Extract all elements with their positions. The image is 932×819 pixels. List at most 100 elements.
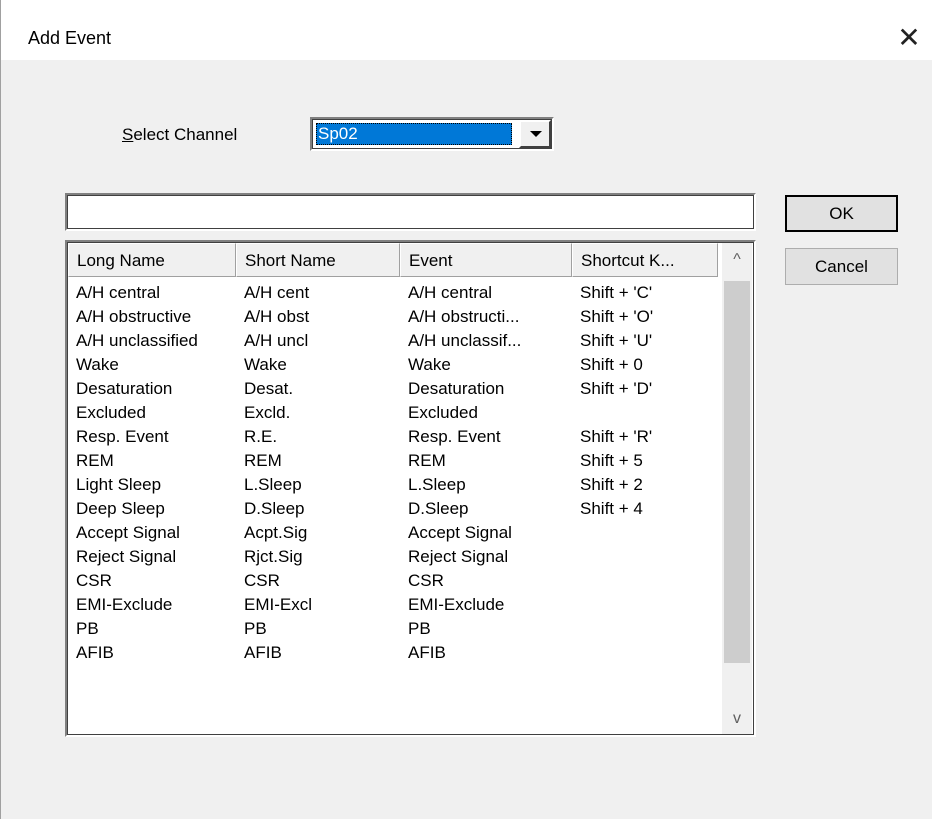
- list-header: Long Name Short Name Event Shortcut K...: [68, 243, 720, 277]
- short-name-cell: EMI-Excl: [244, 595, 312, 614]
- long-name-cell: Desaturation: [76, 379, 173, 398]
- short-name-cell: PB: [244, 619, 267, 638]
- shortcut-cell: [572, 569, 718, 593]
- shortcut-cell: Shift + 'U': [580, 331, 653, 350]
- short-name-cell: AFIB: [244, 643, 282, 662]
- event-cell: Reject Signal: [408, 547, 509, 566]
- long-name-cell: REM: [76, 451, 114, 470]
- table-row[interactable]: A/H central A/H cent A/H central Shift + 'C…: [68, 281, 720, 305]
- title-bar: Add Event ✕: [1, 0, 932, 60]
- scroll-down-icon[interactable]: v: [722, 702, 752, 734]
- table-row[interactable]: A/H obstructive A/H obst A/H obstructi... S…: [68, 305, 720, 329]
- shortcut-cell: [572, 593, 718, 617]
- event-cell: REM: [408, 451, 446, 470]
- event-list[interactable]: Long Name Short Name Event Shortcut K...…: [65, 240, 756, 737]
- event-cell: PB: [408, 619, 431, 638]
- add-event-dialog: Add Event ✕ Select Channel Sp02 OK Cance…: [0, 0, 932, 819]
- event-cell: Desaturation: [408, 379, 505, 398]
- channel-dropdown[interactable]: Sp02: [310, 117, 554, 151]
- short-name-cell: Excld.: [244, 403, 291, 422]
- long-name-cell: PB: [76, 619, 99, 638]
- shortcut-cell: [572, 641, 718, 665]
- event-cell: Wake: [408, 355, 451, 374]
- column-header-shortcut-key[interactable]: Shortcut K...: [572, 243, 718, 277]
- table-row[interactable]: CSR CSR CSR: [68, 569, 720, 593]
- table-row[interactable]: Accept Signal Acpt.Sig Accept Signal: [68, 521, 720, 545]
- table-row[interactable]: Excluded Excld. Excluded: [68, 401, 720, 425]
- short-name-cell: Acpt.Sig: [244, 523, 308, 542]
- short-name-cell: D.Sleep: [244, 499, 305, 518]
- long-name-cell: CSR: [76, 571, 112, 590]
- column-header-event[interactable]: Event: [400, 243, 572, 277]
- dropdown-arrow-icon[interactable]: [519, 120, 551, 148]
- table-row[interactable]: Wake Wake Wake Shift + 0: [68, 353, 720, 377]
- table-row[interactable]: A/H unclassified A/H uncl A/H unclassif...…: [68, 329, 720, 353]
- column-header-long-name[interactable]: Long Name: [68, 243, 236, 277]
- event-cell: A/H central: [408, 283, 493, 302]
- scrollbar-thumb[interactable]: [724, 281, 750, 663]
- short-name-cell: Wake: [244, 355, 287, 374]
- long-name-cell: AFIB: [76, 643, 114, 662]
- event-list-viewport: Long Name Short Name Event Shortcut K...…: [68, 243, 753, 734]
- shortcut-cell: [572, 545, 718, 569]
- table-row[interactable]: Deep Sleep D.Sleep D.Sleep Shift + 4: [68, 497, 720, 521]
- select-channel-label: Select Channel: [122, 125, 237, 145]
- long-name-cell: Deep Sleep: [76, 499, 165, 518]
- event-cell: A/H unclassif...: [408, 331, 522, 350]
- close-icon[interactable]: ✕: [891, 20, 927, 56]
- long-name-cell: Accept Signal: [76, 523, 180, 542]
- long-name-cell: Excluded: [76, 403, 146, 422]
- event-cell: Accept Signal: [408, 523, 512, 542]
- shortcut-cell: Shift + 'O': [580, 307, 654, 326]
- shortcut-cell: Shift + 4: [580, 499, 643, 518]
- event-filter-input[interactable]: [65, 193, 756, 231]
- table-row[interactable]: AFIB AFIB AFIB: [68, 641, 720, 665]
- event-cell: CSR: [408, 571, 444, 590]
- table-row[interactable]: Light Sleep L.Sleep L.Sleep Shift + 2: [68, 473, 720, 497]
- scroll-up-icon[interactable]: ^: [722, 243, 752, 277]
- table-row[interactable]: Reject Signal Rjct.Sig Reject Signal: [68, 545, 720, 569]
- short-name-cell: Rjct.Sig: [244, 547, 303, 566]
- ok-button[interactable]: OK: [785, 195, 898, 232]
- table-row[interactable]: PB PB PB: [68, 617, 720, 641]
- shortcut-cell: Shift + 'D': [580, 379, 653, 398]
- long-name-cell: A/H obstructive: [76, 307, 192, 326]
- table-row[interactable]: EMI-Exclude EMI-Excl EMI-Exclude: [68, 593, 720, 617]
- event-cell: EMI-Exclude: [408, 595, 505, 614]
- list-rows: A/H central A/H cent A/H central Shift + 'C…: [68, 281, 720, 665]
- table-row[interactable]: Desaturation Desat. Desaturation Shift + 'D…: [68, 377, 720, 401]
- long-name-cell: EMI-Exclude: [76, 595, 173, 614]
- shortcut-cell: Shift + 5: [580, 451, 643, 470]
- event-cell: AFIB: [408, 643, 446, 662]
- shortcut-cell: Shift + 0: [580, 355, 643, 374]
- column-header-short-name[interactable]: Short Name: [236, 243, 400, 277]
- short-name-cell: R.E.: [244, 427, 278, 446]
- select-channel-mnemonic: S: [122, 125, 134, 144]
- channel-dropdown-value: Sp02: [316, 123, 512, 145]
- shortcut-cell: Shift + 2: [580, 475, 643, 494]
- shortcut-cell: [572, 617, 718, 641]
- table-row[interactable]: REM REM REM Shift + 5: [68, 449, 720, 473]
- shortcut-cell: Shift + 'R': [580, 427, 653, 446]
- short-name-cell: CSR: [244, 571, 280, 590]
- short-name-cell: L.Sleep: [244, 475, 302, 494]
- shortcut-cell: [572, 401, 718, 425]
- short-name-cell: A/H obst: [244, 307, 310, 326]
- vertical-scrollbar[interactable]: ^ v: [722, 243, 752, 734]
- shortcut-cell: Shift + 'C': [580, 283, 653, 302]
- long-name-cell: Light Sleep: [76, 475, 162, 494]
- event-cell: A/H obstructi...: [408, 307, 520, 326]
- event-cell: D.Sleep: [408, 499, 469, 518]
- long-name-cell: A/H central: [76, 283, 161, 302]
- event-cell: Excluded: [408, 403, 478, 422]
- cancel-button[interactable]: Cancel: [785, 248, 898, 285]
- long-name-cell: Resp. Event: [76, 427, 169, 446]
- short-name-cell: A/H uncl: [244, 331, 309, 350]
- short-name-cell: A/H cent: [244, 283, 310, 302]
- dialog-title: Add Event: [28, 28, 112, 48]
- long-name-cell: A/H unclassified: [76, 331, 198, 350]
- short-name-cell: Desat.: [244, 379, 294, 398]
- select-channel-label-text: elect Channel: [133, 125, 238, 144]
- long-name-cell: Reject Signal: [76, 547, 177, 566]
- table-row[interactable]: Resp. Event R.E. Resp. Event Shift + 'R': [68, 425, 720, 449]
